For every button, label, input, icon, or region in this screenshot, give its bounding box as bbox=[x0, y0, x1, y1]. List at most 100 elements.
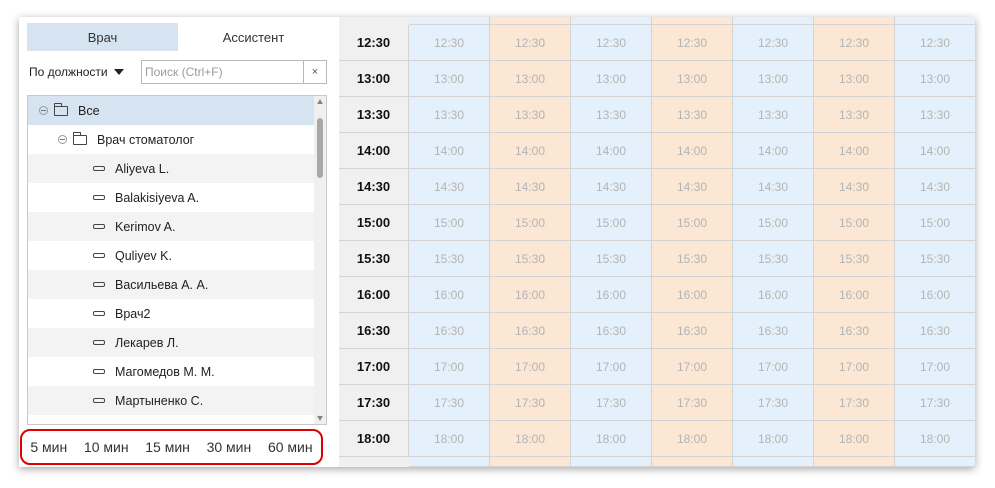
schedule-slot[interactable]: 13:00 bbox=[409, 61, 490, 97]
schedule-slot[interactable]: 16:00 bbox=[733, 277, 814, 313]
schedule-slot[interactable] bbox=[895, 457, 975, 467]
schedule-slot[interactable]: 17:30 bbox=[490, 385, 571, 421]
schedule-slot[interactable]: 14:00 bbox=[895, 133, 975, 169]
schedule-slot[interactable]: 14:00 bbox=[571, 133, 652, 169]
tree-item[interactable]: Магомедов М. М. bbox=[28, 357, 314, 386]
tree-node-all[interactable]: Все bbox=[28, 96, 314, 125]
schedule-slot[interactable] bbox=[895, 17, 975, 25]
schedule-slot[interactable]: 15:30 bbox=[733, 241, 814, 277]
schedule-slot[interactable]: 16:00 bbox=[490, 277, 571, 313]
schedule-slot[interactable] bbox=[490, 457, 571, 467]
schedule-slot[interactable]: 17:00 bbox=[652, 349, 733, 385]
tree-node-group[interactable]: Врач стоматолог bbox=[28, 125, 314, 154]
schedule-slot[interactable]: 16:00 bbox=[571, 277, 652, 313]
schedule-slot[interactable]: 14:30 bbox=[652, 169, 733, 205]
schedule-slot[interactable]: 13:30 bbox=[571, 97, 652, 133]
schedule-slot[interactable]: 13:30 bbox=[409, 97, 490, 133]
position-filter-dropdown[interactable]: По должности bbox=[29, 65, 141, 79]
schedule-slot[interactable]: 12:30 bbox=[814, 25, 895, 61]
collapse-icon[interactable] bbox=[39, 106, 48, 115]
schedule-slot[interactable]: 15:30 bbox=[652, 241, 733, 277]
schedule-slot[interactable]: 15:00 bbox=[571, 205, 652, 241]
schedule-slot[interactable]: 18:00 bbox=[733, 421, 814, 457]
schedule-slot[interactable]: 16:30 bbox=[652, 313, 733, 349]
schedule-slot[interactable] bbox=[409, 17, 490, 25]
schedule-slot[interactable]: 14:00 bbox=[814, 133, 895, 169]
schedule-slot[interactable]: 13:30 bbox=[490, 97, 571, 133]
schedule-slot[interactable]: 13:30 bbox=[895, 97, 975, 133]
schedule-slot[interactable]: 18:00 bbox=[490, 421, 571, 457]
schedule-slot[interactable]: 17:00 bbox=[895, 349, 975, 385]
schedule-slot[interactable]: 15:00 bbox=[652, 205, 733, 241]
schedule-slot[interactable]: 14:30 bbox=[409, 169, 490, 205]
schedule-slot[interactable]: 13:00 bbox=[895, 61, 975, 97]
schedule-slot[interactable]: 18:00 bbox=[409, 421, 490, 457]
schedule-slot[interactable]: 17:30 bbox=[814, 385, 895, 421]
clear-search-button[interactable]: × bbox=[303, 61, 326, 83]
interval-60-min[interactable]: 60 мин bbox=[268, 439, 313, 455]
schedule-slot[interactable]: 14:00 bbox=[490, 133, 571, 169]
schedule-slot[interactable] bbox=[733, 457, 814, 467]
schedule-slot[interactable]: 13:30 bbox=[652, 97, 733, 133]
schedule-slot[interactable]: 16:30 bbox=[895, 313, 975, 349]
schedule-slot[interactable] bbox=[733, 17, 814, 25]
search-input[interactable] bbox=[142, 61, 308, 83]
schedule-slot[interactable]: 12:30 bbox=[895, 25, 975, 61]
schedule-slot[interactable] bbox=[571, 457, 652, 467]
schedule-slot[interactable]: 17:30 bbox=[652, 385, 733, 421]
schedule-slot[interactable]: 15:00 bbox=[409, 205, 490, 241]
schedule-slot[interactable]: 12:30 bbox=[409, 25, 490, 61]
schedule-slot[interactable]: 15:30 bbox=[490, 241, 571, 277]
tab-doctor[interactable]: Врач bbox=[27, 23, 178, 51]
schedule-slot[interactable]: 17:30 bbox=[895, 385, 975, 421]
schedule-slot[interactable]: 15:30 bbox=[895, 241, 975, 277]
schedule-slot[interactable]: 16:30 bbox=[733, 313, 814, 349]
schedule-slot[interactable] bbox=[409, 457, 490, 467]
scrollbar-thumb[interactable] bbox=[317, 118, 323, 178]
schedule-slot[interactable]: 15:30 bbox=[409, 241, 490, 277]
schedule-slot[interactable]: 13:30 bbox=[814, 97, 895, 133]
schedule-slot[interactable]: 16:00 bbox=[652, 277, 733, 313]
schedule-slot[interactable] bbox=[652, 17, 733, 25]
schedule-slot[interactable]: 13:00 bbox=[733, 61, 814, 97]
schedule-slot[interactable]: 18:00 bbox=[895, 421, 975, 457]
schedule-slot[interactable]: 14:00 bbox=[409, 133, 490, 169]
schedule-slot[interactable]: 13:00 bbox=[652, 61, 733, 97]
schedule-slot[interactable]: 17:30 bbox=[571, 385, 652, 421]
tree-item[interactable]: Aliyeva L. bbox=[28, 154, 314, 183]
schedule-slot[interactable]: 14:30 bbox=[895, 169, 975, 205]
schedule-slot[interactable]: 14:30 bbox=[814, 169, 895, 205]
schedule-slot[interactable]: 16:30 bbox=[490, 313, 571, 349]
scroll-down-arrow-icon[interactable] bbox=[317, 416, 323, 421]
schedule-slot[interactable]: 14:30 bbox=[571, 169, 652, 205]
schedule-slot[interactable] bbox=[652, 457, 733, 467]
schedule-slot[interactable]: 17:00 bbox=[409, 349, 490, 385]
schedule-slot[interactable]: 15:00 bbox=[490, 205, 571, 241]
schedule-slot[interactable]: 15:00 bbox=[895, 205, 975, 241]
schedule-slot[interactable]: 18:00 bbox=[814, 421, 895, 457]
schedule-slot[interactable]: 16:00 bbox=[895, 277, 975, 313]
schedule-slot[interactable]: 14:00 bbox=[733, 133, 814, 169]
schedule-slot[interactable]: 14:30 bbox=[733, 169, 814, 205]
schedule-slot[interactable]: 17:30 bbox=[733, 385, 814, 421]
schedule-slot[interactable]: 15:00 bbox=[814, 205, 895, 241]
schedule-slot[interactable]: 17:00 bbox=[814, 349, 895, 385]
tab-assistant[interactable]: Ассистент bbox=[178, 23, 329, 51]
interval-5-min[interactable]: 5 мин bbox=[30, 439, 67, 455]
scroll-up-arrow-icon[interactable] bbox=[317, 99, 323, 104]
tree-item[interactable]: Мартыненко С. bbox=[28, 386, 314, 415]
tree-item[interactable]: Лекарев Л. bbox=[28, 328, 314, 357]
schedule-slot[interactable]: 17:00 bbox=[490, 349, 571, 385]
schedule-slot[interactable]: 13:00 bbox=[814, 61, 895, 97]
schedule-slot[interactable]: 15:30 bbox=[571, 241, 652, 277]
schedule-slot[interactable]: 15:00 bbox=[733, 205, 814, 241]
schedule-slot[interactable]: 16:00 bbox=[409, 277, 490, 313]
schedule-slot[interactable]: 13:30 bbox=[733, 97, 814, 133]
collapse-icon[interactable] bbox=[58, 135, 67, 144]
interval-10-min[interactable]: 10 мин bbox=[84, 439, 129, 455]
schedule-slot[interactable]: 15:30 bbox=[814, 241, 895, 277]
schedule-slot[interactable]: 12:30 bbox=[490, 25, 571, 61]
schedule-slot[interactable]: 17:30 bbox=[409, 385, 490, 421]
schedule-slot[interactable]: 12:30 bbox=[733, 25, 814, 61]
schedule-slot[interactable]: 16:30 bbox=[409, 313, 490, 349]
